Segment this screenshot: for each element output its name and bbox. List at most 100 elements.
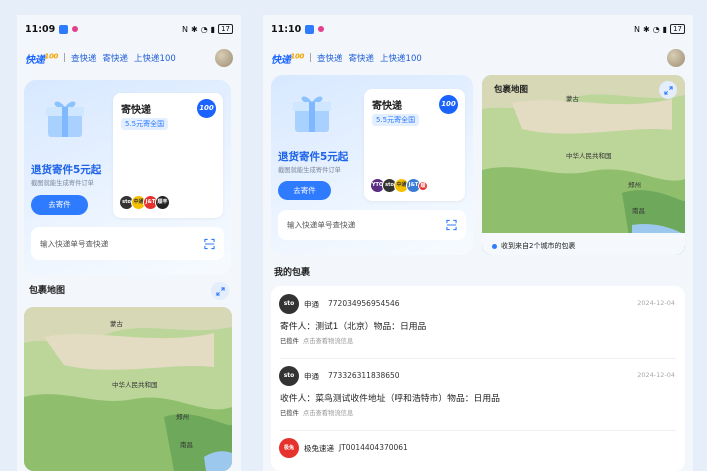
nav-query[interactable]: 查快递 [317, 54, 343, 64]
app-header: 快递100 | 查快递 寄快递 上快递100 [17, 47, 241, 69]
tracking-number: JT0014404370061 [339, 443, 408, 452]
nav-upload[interactable]: 上快递100 [134, 54, 176, 64]
package-date: 2024-12-04 [637, 299, 675, 307]
top-nav: 查快递 寄快递 上快递100 [317, 52, 428, 64]
go-send-button[interactable]: 去寄件 [31, 195, 88, 215]
sto-logo-icon: sto [279, 294, 299, 314]
package-map[interactable]: 包裹地图 蒙古 中华人民共和国 郑州 南昌 收到来自2个城市的包裹 [482, 75, 685, 255]
promo-title: 退货寄件5元起 [31, 164, 102, 176]
expand-map-button[interactable] [659, 81, 677, 99]
sto-logo-icon: sto [279, 366, 299, 386]
tracking-search[interactable]: 输入快递单号查快递 [31, 227, 224, 260]
app-logo[interactable]: 快递100 [271, 51, 304, 65]
my-packages-title: 我的包裹 [274, 268, 311, 278]
kuaidi100-badge-icon: 100 [439, 95, 458, 114]
map-section-title: 包裹地图 [494, 85, 529, 95]
status-bar: 11:10 N ✱ ◔ ▮ 17 [263, 15, 693, 43]
send-express-card[interactable]: 寄快递 5.5元寄全国 100 sto 中通 J&T 顺丰 [113, 93, 223, 218]
expand-icon [215, 286, 225, 296]
promo-card: 退货寄件5元起 截图就能生成寄件订单 去寄件 寄快递 5.5元寄全国 100 Y… [271, 75, 473, 255]
map-label-zhengzhou: 郑州 [628, 181, 641, 189]
scan-icon[interactable] [204, 238, 215, 249]
send-express-title: 寄快递 [121, 105, 151, 116]
sf-logo-icon: 顺丰 [155, 195, 170, 210]
dot-icon [492, 243, 497, 249]
sim-icon: ▮ [662, 24, 668, 34]
go-send-button[interactable]: 去寄件 [278, 181, 331, 200]
map-terrain [482, 75, 685, 255]
map-label-zhengzhou: 郑州 [176, 413, 189, 421]
nav-send[interactable]: 寄快递 [349, 54, 375, 64]
bluetooth-icon: ✱ [190, 24, 198, 34]
carrier-name: 申通 [304, 300, 319, 309]
notification-dot-icon [72, 26, 79, 32]
map-label-china: 中华人民共和国 [112, 381, 158, 389]
scan-icon[interactable] [446, 219, 457, 231]
tracking-number: 772034956954546 [328, 299, 400, 308]
map-label-mongolia: 蒙古 [566, 95, 579, 103]
promo-subtitle: 截图就能生成寄件订单 [31, 180, 94, 187]
wifi-icon: ◔ [652, 24, 660, 34]
send-express-title: 寄快递 [372, 101, 402, 112]
notification-icon [305, 24, 315, 34]
package-date: 2024-12-04 [637, 371, 675, 379]
package-description: 收件人：菜鸟测试收件地址（呼和浩特市）物品：日用品 [280, 394, 500, 404]
gift-box-icon [46, 101, 84, 137]
carrier-name: 申通 [304, 372, 319, 381]
sim-icon: ▮ [210, 24, 216, 34]
map-section-title: 包裹地图 [29, 286, 66, 296]
map-label-china: 中华人民共和国 [566, 152, 612, 160]
gift-box-icon [293, 96, 331, 132]
nfc-icon: N [634, 24, 640, 34]
package-status: 已揽件 点击查看物流信息 [280, 410, 354, 417]
app-header: 快递100 | 查快递 寄快递 上快递100 [263, 47, 693, 69]
promo-subtitle: 截图就能生成寄件订单 [278, 167, 341, 174]
carrier-name: 极兔速递 [304, 444, 334, 453]
expand-icon [663, 85, 673, 95]
status-time: 11:09 [25, 23, 56, 35]
nav-upload[interactable]: 上快递100 [380, 54, 422, 64]
package-description: 寄件人：测试1（北京）物品：日用品 [280, 322, 427, 332]
top-nav: 查快递 寄快递 上快递100 [71, 52, 182, 64]
kuaidi100-badge-icon: 100 [197, 99, 216, 118]
tracking-number: 773326311838650 [328, 371, 400, 380]
battery-icon: 17 [218, 24, 233, 34]
search-input[interactable]: 输入快递单号查快递 [287, 220, 355, 231]
avatar[interactable] [215, 49, 233, 67]
package-item[interactable]: sto 申通 773326311838650 2024-12-04 收件人：菜鸟… [271, 358, 685, 432]
package-map[interactable]: 蒙古 中华人民共和国 郑州 南昌 [24, 307, 232, 471]
price-tag: 5.5元寄全国 [372, 114, 420, 126]
phone-screen-left: 11:09 N ✱ ◔ ▮ 17 快递100 | 查快递 寄快递 上快递100 退货… [17, 15, 241, 471]
map-label-nanchang: 南昌 [632, 207, 645, 215]
nav-send[interactable]: 寄快递 [103, 54, 129, 64]
tracking-search[interactable]: 输入快递单号查快递 [278, 210, 466, 240]
sf-logo-icon: 顺 [418, 180, 428, 191]
nav-query[interactable]: 查快递 [71, 54, 97, 64]
status-icons: N ✱ ◔ ▮ 17 [182, 24, 233, 34]
jitu-logo-icon: 极兔 [279, 438, 299, 458]
price-tag: 5.5元寄全国 [121, 118, 169, 130]
map-terrain [24, 307, 232, 471]
promo-title: 退货寄件5元起 [278, 151, 349, 163]
nfc-icon: N [182, 24, 188, 34]
avatar[interactable] [667, 49, 685, 67]
search-input[interactable]: 输入快递单号查快递 [40, 238, 108, 249]
notification-icon [59, 24, 69, 34]
package-item[interactable]: 极兔 极兔速递 JT0014404370061 [271, 430, 685, 471]
send-express-card[interactable]: 寄快递 5.5元寄全国 100 YTO sto 中通 J&T 顺 [364, 89, 465, 201]
bluetooth-icon: ✱ [642, 24, 650, 34]
wifi-icon: ◔ [200, 24, 208, 34]
status-icons: N ✱ ◔ ▮ 17 [634, 24, 685, 34]
status-time: 11:10 [271, 23, 302, 35]
phone-screen-right: 11:10 N ✱ ◔ ▮ 17 快递100 | 查快递 寄快递 上快递100 退货… [263, 15, 693, 471]
promo-card: 退货寄件5元起 截图就能生成寄件订单 去寄件 寄快递 5.5元寄全国 100 s… [24, 80, 231, 275]
package-city-tag: 收到来自2个城市的包裹 [492, 241, 575, 251]
package-list: sto 申通 772034956954546 2024-12-04 寄件人：测试… [271, 286, 685, 471]
status-bar: 11:09 N ✱ ◔ ▮ 17 [17, 15, 241, 43]
app-logo[interactable]: 快递100 [25, 51, 58, 65]
package-item[interactable]: sto 申通 772034956954546 2024-12-04 寄件人：测试… [271, 286, 685, 360]
battery-icon: 17 [670, 24, 685, 34]
expand-map-button[interactable] [211, 282, 229, 300]
notification-dot-icon [318, 26, 325, 32]
map-label-nanchang: 南昌 [180, 441, 193, 449]
